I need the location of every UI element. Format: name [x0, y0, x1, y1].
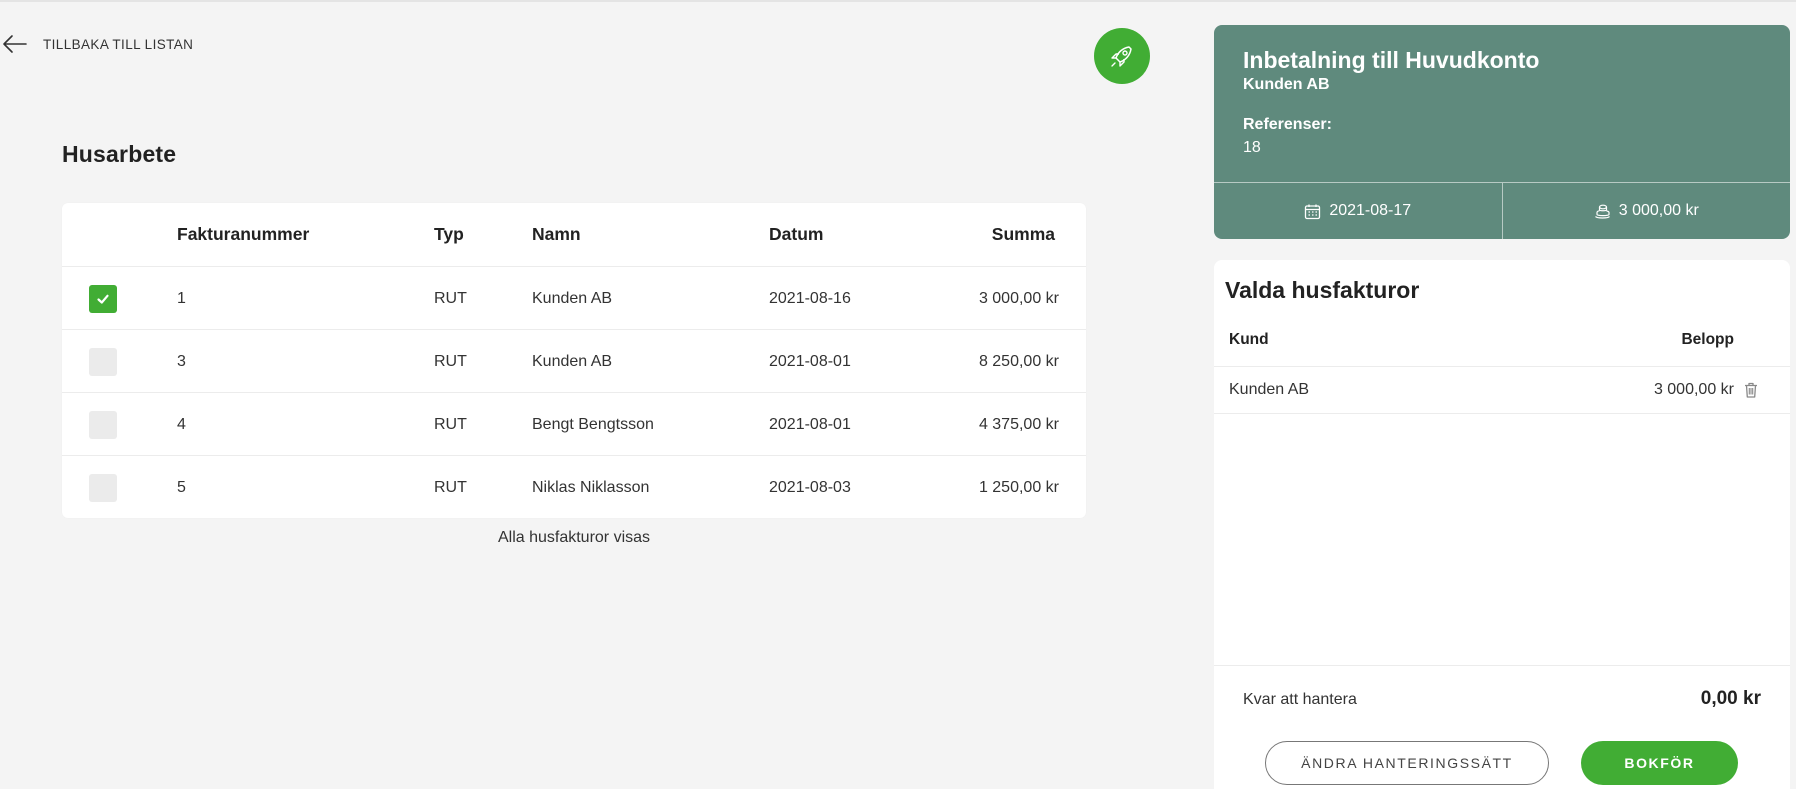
cell-number: 3	[177, 352, 186, 370]
post-button[interactable]: BOKFÖR	[1581, 741, 1738, 785]
invoice-table: Fakturanummer Typ Namn Datum Summa 1 RUT…	[62, 203, 1086, 518]
payment-meta: 2021-08-17 3 000,00 kr	[1214, 182, 1790, 239]
cell-number: 1	[177, 289, 186, 307]
table-row[interactable]: 4 RUT Bengt Bengtsson 2021-08-01 4 375,0…	[62, 392, 1086, 455]
payment-amount-value: 3 000,00 kr	[1618, 202, 1699, 219]
selected-title: Valda husfakturor	[1225, 277, 1420, 303]
cell-date: 2021-08-03	[769, 478, 851, 496]
cell-name: Niklas Niklasson	[532, 478, 650, 496]
references-value: 18	[1243, 139, 1261, 156]
references-label: Referenser:	[1243, 116, 1332, 133]
payment-amount: 3 000,00 kr	[1501, 183, 1791, 239]
cell-date: 2021-08-01	[769, 415, 851, 433]
col-header-name[interactable]: Namn	[532, 203, 581, 266]
col-header-number[interactable]: Fakturanummer	[177, 203, 309, 266]
selected-invoices-panel: Valda husfakturor Kund Belopp Kunden AB …	[1214, 260, 1790, 789]
table-row[interactable]: 1 RUT Kunden AB 2021-08-16 3 000,00 kr	[62, 266, 1086, 329]
cell-number: 5	[177, 478, 186, 496]
cell-date: 2021-08-01	[769, 352, 851, 370]
selected-amount: 3 000,00 kr	[1653, 381, 1734, 398]
selected-header-row: Kund Belopp	[1214, 312, 1790, 367]
trash-icon[interactable]	[1742, 381, 1760, 399]
rocket-button[interactable]	[1094, 28, 1150, 84]
col-header-type[interactable]: Typ	[434, 203, 464, 266]
remaining-value: 0,00 kr	[1700, 688, 1761, 709]
payment-title: Inbetalning till Huvudkonto	[1243, 47, 1540, 73]
back-to-list-link[interactable]: TILLBAKA TILL LISTAN	[2, 32, 193, 56]
back-label: TILLBAKA TILL LISTAN	[43, 36, 194, 52]
cell-name: Bengt Bengtsson	[532, 415, 654, 433]
col-header-sum[interactable]: Summa	[992, 203, 1055, 266]
cell-type: RUT	[434, 478, 467, 496]
top-divider	[0, 0, 1796, 2]
selected-footer: Kvar att hantera 0,00 kr ÄNDRA HANTERING…	[1214, 665, 1790, 789]
cell-sum: 8 250,00 kr	[978, 352, 1059, 370]
calendar-icon	[1305, 204, 1321, 219]
cell-sum: 4 375,00 kr	[978, 415, 1059, 433]
row-checkbox[interactable]	[89, 410, 117, 439]
col-header-customer: Kund	[1229, 331, 1269, 348]
check-icon	[97, 294, 109, 304]
change-method-button[interactable]: ÄNDRA HANTERINGSSÄTT	[1265, 741, 1549, 785]
cell-name: Kunden AB	[532, 289, 613, 307]
table-header-row: Fakturanummer Typ Namn Datum Summa	[62, 203, 1086, 266]
cell-type: RUT	[434, 352, 467, 370]
remaining-label: Kvar att hantera	[1243, 691, 1357, 708]
cell-name: Kunden AB	[532, 352, 613, 370]
row-checkbox[interactable]	[89, 347, 117, 376]
coins-icon	[1594, 204, 1610, 219]
payment-card: Inbetalning till Huvudkonto Kunden AB Re…	[1214, 25, 1790, 239]
cell-date: 2021-08-16	[769, 289, 851, 307]
payment-date-value: 2021-08-17	[1329, 202, 1412, 219]
list-item: Kunden AB 3 000,00 kr	[1214, 367, 1790, 414]
cell-type: RUT	[434, 289, 467, 307]
rocket-icon	[1111, 46, 1132, 67]
table-row[interactable]: 5 RUT Niklas Niklasson 2021-08-03 1 250,…	[62, 455, 1086, 518]
section-title: Husarbete	[62, 141, 177, 167]
row-checkbox[interactable]	[89, 284, 117, 313]
selected-customer: Kunden AB	[1229, 381, 1310, 398]
row-checkbox[interactable]	[89, 473, 117, 502]
table-row[interactable]: 3 RUT Kunden AB 2021-08-01 8 250,00 kr	[62, 329, 1086, 392]
col-header-date[interactable]: Datum	[769, 203, 823, 266]
payment-customer: Kunden AB	[1243, 76, 1330, 93]
cell-sum: 3 000,00 kr	[978, 289, 1059, 307]
cell-type: RUT	[434, 415, 467, 433]
cell-sum: 1 250,00 kr	[978, 478, 1059, 496]
cell-number: 4	[177, 415, 186, 433]
table-footer-note: Alla husfakturor visas	[497, 529, 651, 546]
payment-date: 2021-08-17	[1214, 183, 1502, 239]
col-header-amount: Belopp	[1681, 331, 1734, 348]
arrow-left-icon	[3, 35, 27, 53]
